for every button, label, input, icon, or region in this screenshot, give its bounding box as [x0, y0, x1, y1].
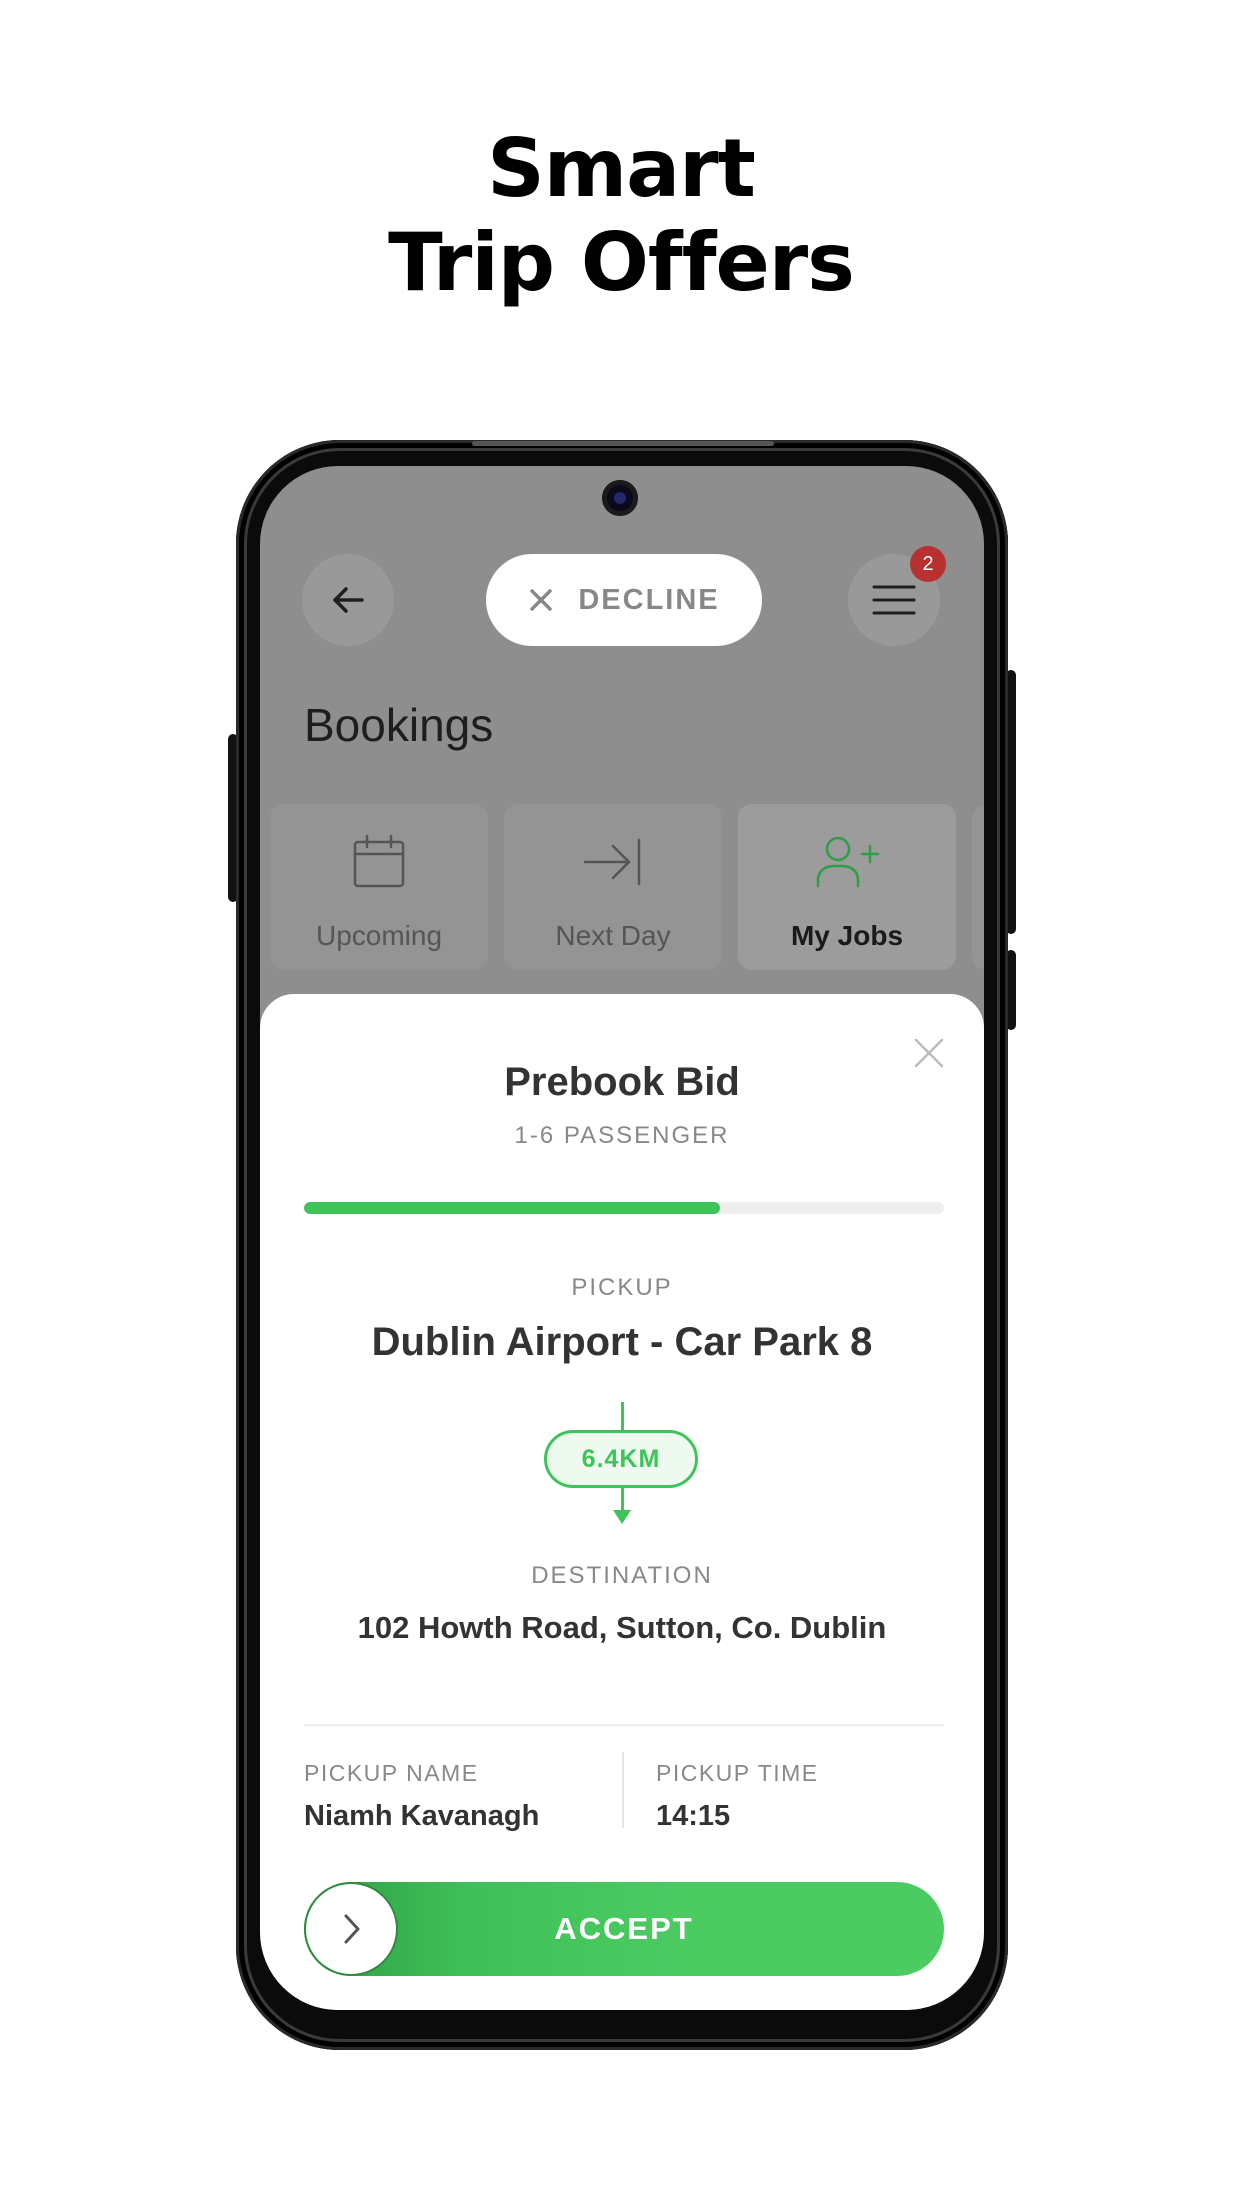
headline-line-1: Smart [487, 122, 756, 215]
divider [304, 1724, 944, 1726]
offer-timer-fill [304, 1202, 720, 1214]
chevron-right-icon [344, 1914, 360, 1944]
accept-slider[interactable]: ACCEPT [304, 1882, 944, 1976]
tab-next-day[interactable]: Next Day [504, 804, 722, 970]
tab-partial [972, 804, 984, 970]
offer-subtitle: 1-6 PASSENGER [514, 1122, 730, 1149]
pickup-time-value: 14:15 [656, 1800, 731, 1832]
close-icon [530, 589, 553, 611]
pickup-location: Dublin Airport - Car Park 8 [371, 1320, 873, 1364]
notification-badge: 2 [910, 546, 946, 582]
destination-address: 102 Howth Road, Sutton, Co. Dublin [357, 1610, 887, 1645]
pickup-time-caption: PICKUP TIME [656, 1760, 819, 1786]
pickup-name-caption: PICKUP NAME [304, 1760, 479, 1786]
phone-screen: DECLINE 2 Bookings Upcoming Next Day My … [260, 466, 984, 2010]
headline: Smart Trip Offers [0, 122, 1242, 310]
back-button[interactable] [302, 554, 394, 646]
tab-upcoming[interactable]: Upcoming [270, 804, 488, 970]
phone-speaker [472, 441, 774, 446]
tab-label: Upcoming [315, 920, 443, 951]
pickup-name-value: Niamh Kavanagh [304, 1800, 540, 1832]
trip-offer-sheet: Prebook Bid 1-6 PASSENGER PICKUP Dublin … [260, 994, 984, 2010]
arrow-down-icon [613, 1510, 631, 1524]
tab-label: Next Day [555, 920, 671, 951]
offer-title: Prebook Bid [504, 1060, 740, 1104]
headline-line-2: Trip Offers [388, 216, 855, 309]
add-user-icon [816, 836, 880, 888]
arrow-to-end-icon [583, 838, 641, 886]
accept-slider-handle[interactable] [306, 1884, 396, 1974]
pickup-caption: PICKUP [571, 1274, 673, 1301]
offer-timer-bar [304, 1202, 944, 1214]
distance-badge: 6.4KM [544, 1430, 698, 1488]
decline-label: DECLINE [578, 583, 720, 616]
calendar-icon [353, 834, 405, 888]
page-title: Bookings [304, 699, 494, 751]
tab-label: My Jobs [790, 920, 904, 951]
accept-label: ACCEPT [554, 1911, 694, 1946]
destination-caption: DESTINATION [531, 1562, 713, 1589]
camera-icon [602, 480, 638, 516]
hamburger-menu-icon [872, 585, 916, 615]
vertical-divider [622, 1752, 624, 1828]
tab-my-jobs[interactable]: My Jobs [738, 804, 956, 970]
route-line-top [621, 1402, 624, 1430]
arrow-left-icon [333, 587, 364, 613]
decline-button[interactable]: DECLINE [486, 554, 762, 646]
